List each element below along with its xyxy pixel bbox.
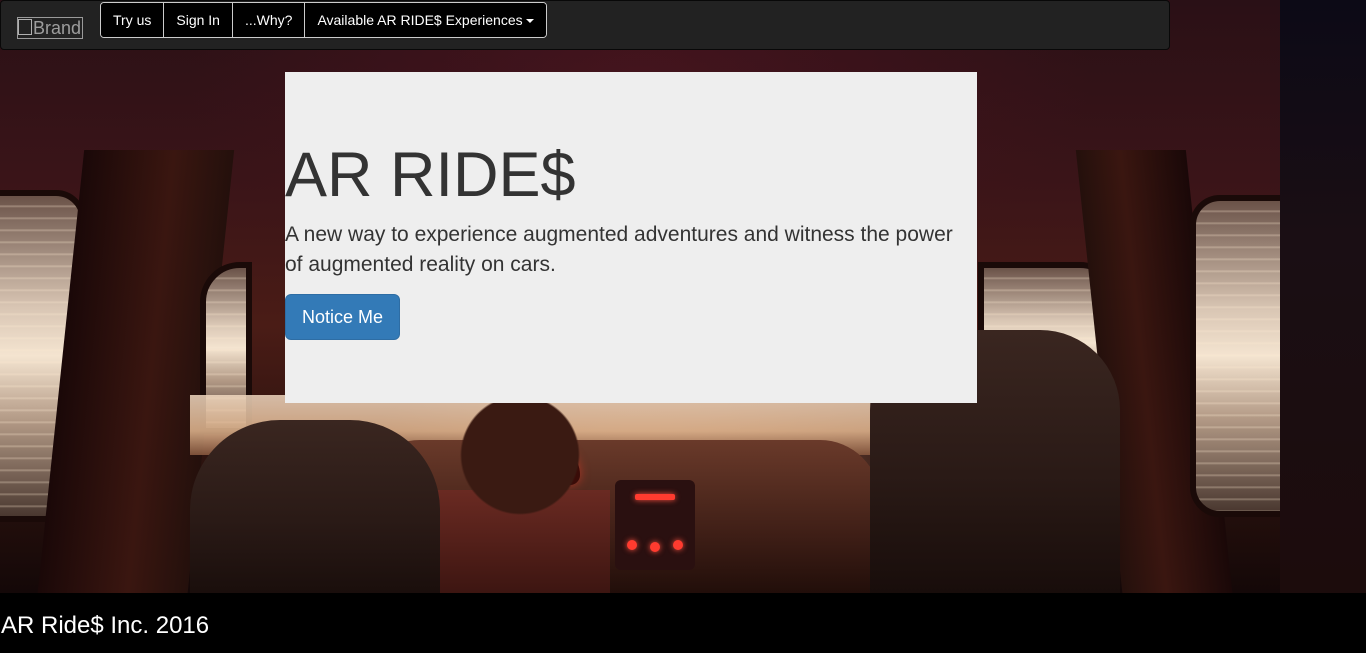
brand-alt-text: Brand: [33, 18, 82, 38]
hero-title: AR RIDE$: [285, 140, 576, 210]
nav-why-label: ...Why?: [244, 12, 293, 28]
nav-experiences-label: Available AR RIDE$ Experiences: [317, 12, 523, 28]
car-window-right: [1190, 195, 1280, 517]
nav-sign-in[interactable]: Sign In: [164, 3, 233, 37]
driver-silhouette: [430, 400, 610, 593]
notice-me-button[interactable]: Notice Me: [285, 294, 400, 340]
seat-left: [190, 420, 440, 593]
footer: AR Ride$ Inc. 2016: [0, 593, 1366, 653]
page: Brand Try us Sign In ...Why? Available A…: [0, 0, 1366, 653]
caret-down-icon: [525, 19, 534, 24]
nav-try-us[interactable]: Try us: [101, 3, 165, 37]
brand-logo[interactable]: Brand: [17, 17, 83, 39]
nav-try-us-label: Try us: [113, 12, 152, 28]
navbar: Brand Try us Sign In ...Why? Available A…: [0, 0, 1170, 50]
hero-description: A new way to experience augmented advent…: [285, 223, 953, 276]
nav-experiences-dropdown[interactable]: Available AR RIDE$ Experiences: [305, 3, 546, 37]
footer-text: AR Ride$ Inc. 2016: [1, 612, 210, 639]
background-image-repeat: [1280, 0, 1366, 593]
broken-image-icon: [18, 19, 32, 35]
center-console: [615, 480, 695, 570]
jumbotron: AR RIDE$ A new way to experience augment…: [285, 72, 977, 403]
nav-sign-in-label: Sign In: [176, 12, 220, 28]
nav-why[interactable]: ...Why?: [232, 3, 306, 37]
nav-button-group: Try us Sign In ...Why? Available AR RIDE…: [100, 2, 547, 38]
